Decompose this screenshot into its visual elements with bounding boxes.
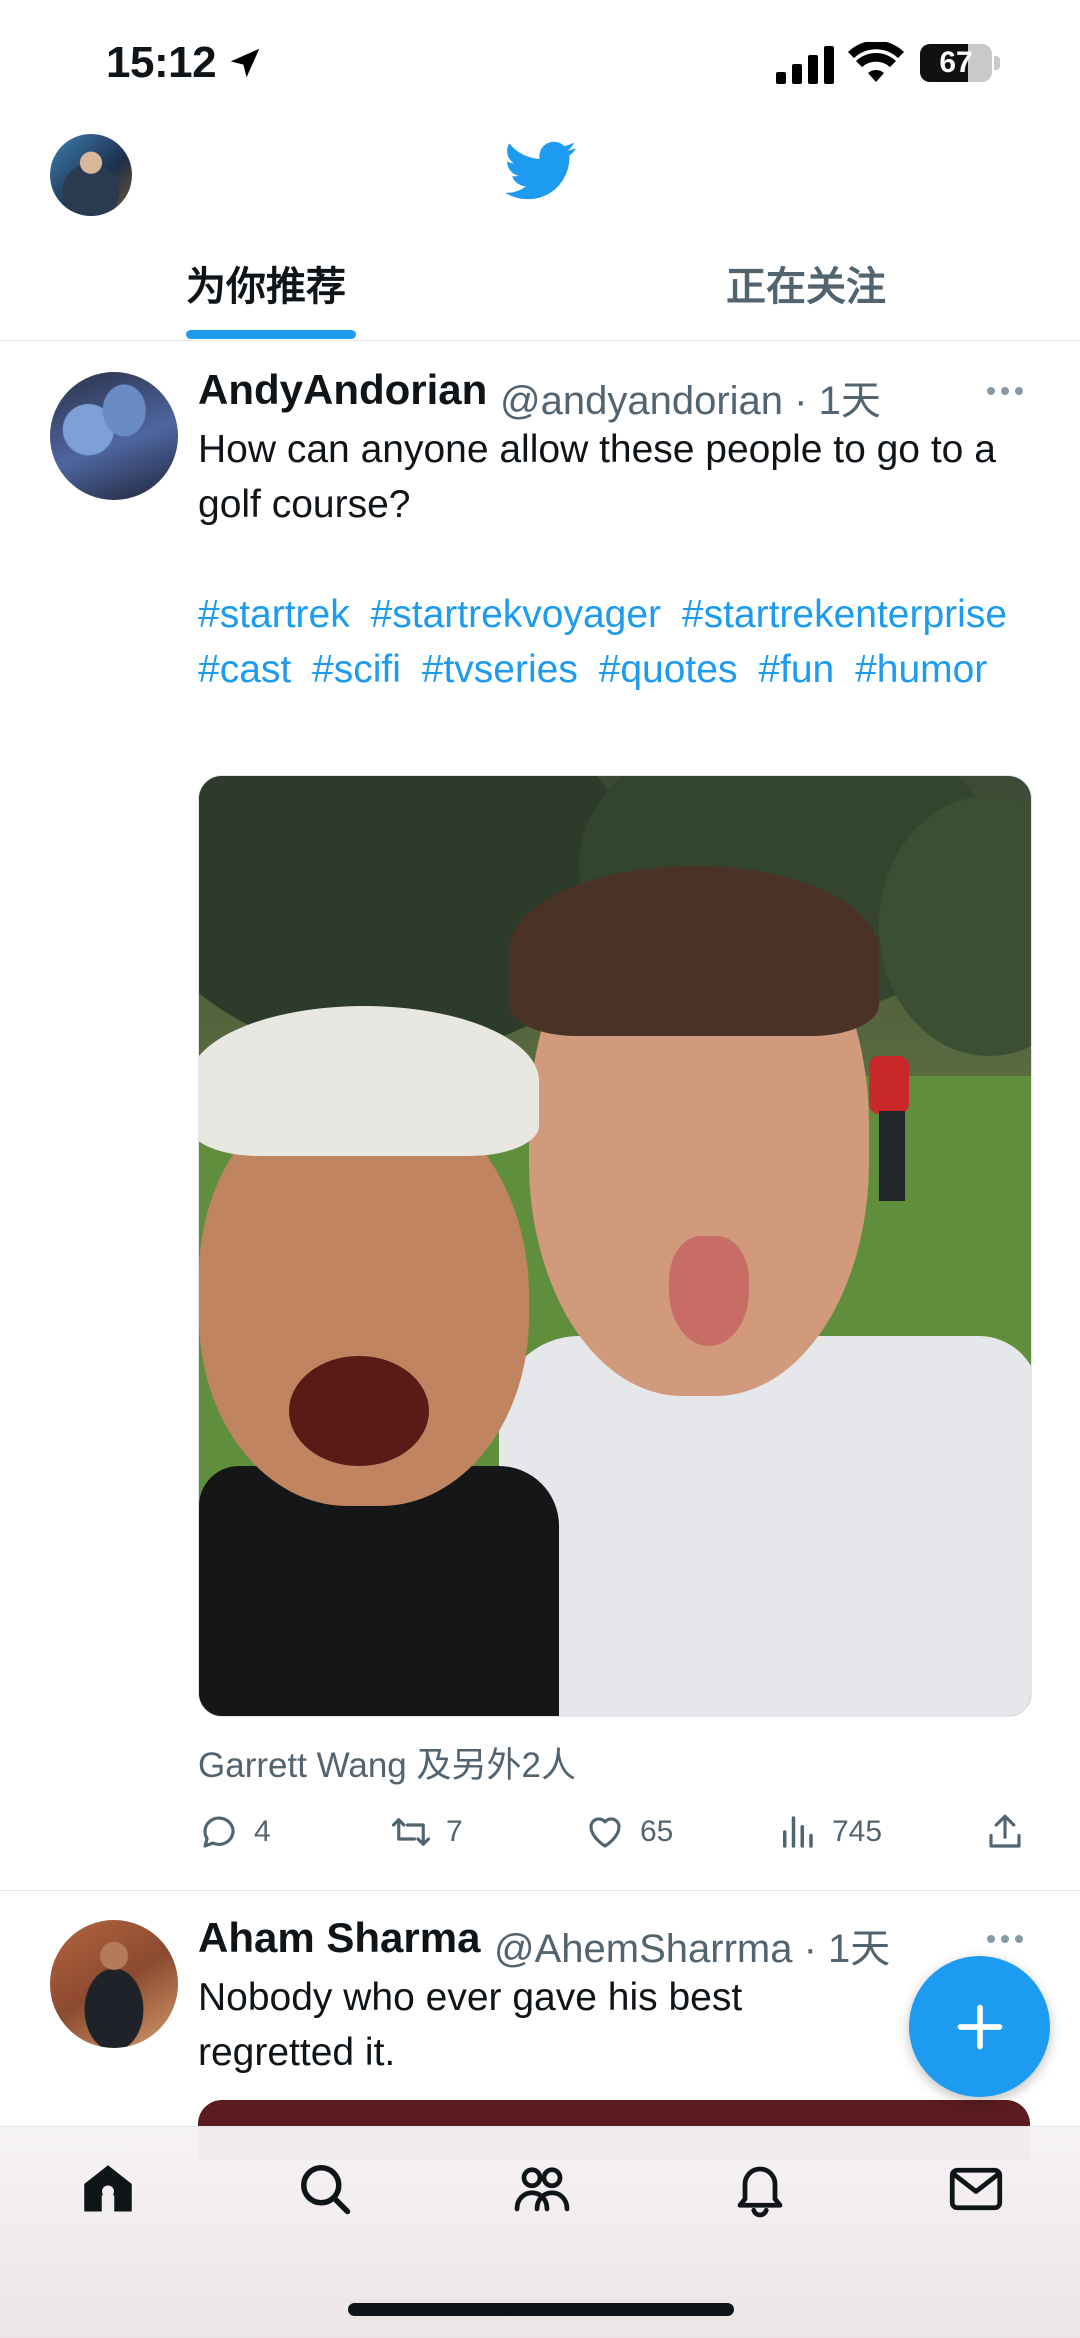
active-tab-indicator (186, 330, 356, 339)
battery-level: 67 (939, 46, 973, 79)
view-count: 745 (832, 1815, 883, 1848)
plus-icon (957, 2004, 1002, 2049)
photo-cap (199, 1006, 539, 1156)
notifications-icon[interactable] (730, 2159, 790, 2219)
messages-icon[interactable] (946, 2159, 1006, 2219)
battery-nub (994, 56, 1000, 70)
hashtag-link[interactable]: #startrek (198, 593, 350, 636)
tab-for-you[interactable]: 为你推荐 (186, 254, 346, 314)
retweet-count: 7 (446, 1815, 463, 1848)
hashtag-link[interactable]: #startrekvoyager (371, 593, 661, 636)
reply-icon (203, 1816, 235, 1848)
like-count: 65 (640, 1815, 674, 1848)
cellular-signal-icon (776, 46, 834, 84)
search-icon[interactable] (295, 2159, 355, 2219)
tweet-hashtags: #startrek #startrekvoyager #startrekente… (198, 587, 1038, 697)
status-bar: 15:12 67 (0, 0, 1080, 120)
photo-tongue (669, 1236, 749, 1346)
hashtag-link[interactable]: #cast (198, 648, 291, 691)
photo-person-right-hair (509, 866, 879, 1036)
reply-button[interactable]: 4 (198, 1808, 271, 1856)
photo-golfer (869, 1056, 909, 1114)
tweet-text: Nobody who ever gave his best regretted … (198, 1976, 743, 2074)
hashtag-link[interactable]: #tvseries (422, 648, 578, 691)
location-arrow-icon (230, 48, 260, 78)
communities-icon[interactable] (512, 2159, 572, 2219)
tab-following[interactable]: 正在关注 (726, 254, 886, 314)
hashtag-link[interactable]: #scifi (312, 648, 401, 691)
reply-count: 4 (254, 1815, 271, 1848)
tagged-people[interactable]: Garrett Wang 及另外2人 (198, 1737, 576, 1788)
tweet-author-avatar[interactable] (50, 1920, 178, 2048)
share-button[interactable] (984, 1808, 1026, 1856)
header-divider (0, 340, 1080, 341)
more-options-icon[interactable] (986, 384, 1024, 398)
profile-avatar[interactable] (50, 134, 132, 216)
home-icon[interactable] (78, 2159, 138, 2219)
compose-tweet-button[interactable] (909, 1956, 1050, 2097)
battery-icon: 67 (920, 44, 992, 82)
tweet-text: How can anyone allow these people to go … (198, 428, 996, 526)
views-chart-icon (783, 1816, 813, 1848)
hashtag-link[interactable]: #startrekenterprise (682, 593, 1007, 636)
tweet-author-name[interactable]: Aham Sharma (198, 1914, 480, 1962)
photo-person-right (499, 1336, 1031, 1716)
share-icon (989, 1814, 1021, 1848)
wifi-icon (848, 42, 904, 82)
like-button[interactable]: 65 (584, 1808, 673, 1856)
home-indicator (348, 2303, 734, 2316)
twitter-bird-icon (505, 141, 576, 200)
tweet-divider (0, 1890, 1080, 1891)
heart-icon (589, 1817, 621, 1848)
tweet-author-name[interactable]: AndyAndorian (198, 366, 487, 414)
photo-open-mouth (289, 1356, 429, 1466)
hashtag-link[interactable]: #quotes (599, 648, 738, 691)
status-time: 15:12 (106, 38, 217, 87)
tweet-photo[interactable] (198, 775, 1032, 1717)
retweet-icon (391, 1818, 431, 1846)
tweet-author-handle[interactable]: @andyandorian · 1天 (500, 368, 881, 426)
hashtag-link[interactable]: #humor (855, 648, 987, 691)
more-options-icon[interactable] (986, 1932, 1024, 1946)
views-button[interactable]: 745 (776, 1808, 882, 1856)
tweet-author-avatar[interactable] (50, 372, 178, 500)
tweet-author-handle[interactable]: @AhemSharrma · 1天 (494, 1916, 890, 1974)
retweet-button[interactable]: 7 (390, 1808, 463, 1856)
photo-golfer-legs (879, 1111, 905, 1201)
hashtag-link[interactable]: #fun (758, 648, 834, 691)
